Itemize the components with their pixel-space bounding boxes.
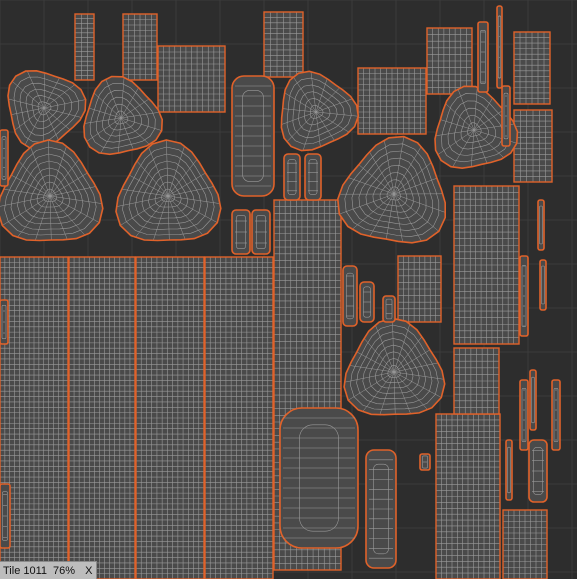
uv-island[interactable] [528,439,548,503]
tile-label: Tile 1011 [3,564,48,577]
uv-island[interactable] [135,256,205,579]
uv-island[interactable] [336,135,446,244]
uv-island[interactable] [426,27,473,95]
uv-island[interactable] [204,256,274,579]
uv-island[interactable] [435,413,501,579]
uv-island[interactable] [501,85,511,147]
uv-island[interactable] [251,209,271,255]
uv-island[interactable] [231,209,251,255]
close-button[interactable]: X [85,565,92,577]
uv-island[interactable] [419,453,431,471]
uv-island[interactable] [357,67,427,135]
uv-island[interactable] [283,153,301,201]
uv-island[interactable] [157,45,226,113]
uv-island[interactable] [122,13,158,81]
uv-island[interactable] [513,109,553,183]
uv-island[interactable] [477,21,489,93]
uv-island[interactable] [365,449,397,569]
uv-island[interactable] [513,31,551,105]
uv-island[interactable] [280,70,360,152]
uv-island[interactable] [263,11,304,78]
uv-island[interactable] [453,185,520,345]
uv-layout-canvas[interactable] [0,0,577,579]
uv-island[interactable] [304,153,322,201]
uv-island[interactable] [231,75,275,197]
uv-island[interactable] [279,407,359,549]
uv-island[interactable] [382,295,396,323]
uv-island[interactable] [0,129,9,187]
uv-island[interactable] [68,256,136,579]
uv-island[interactable] [453,347,500,415]
uv-island[interactable] [74,13,95,81]
uv-island[interactable] [502,509,548,579]
uv-island[interactable] [505,439,513,501]
uv-island[interactable] [551,379,561,451]
uv-island[interactable] [519,379,529,451]
uv-island[interactable] [7,69,87,150]
uv-island[interactable] [359,281,375,323]
uv-island[interactable] [496,5,503,89]
tile-status-bar: Tile 1011 76% X [0,561,98,579]
uv-island[interactable] [397,255,442,323]
uv-island[interactable] [0,139,104,242]
uv-island[interactable] [519,255,529,337]
uv-island[interactable] [342,265,358,327]
uv-island[interactable] [539,259,547,311]
uv-editor-viewport[interactable] [0,0,577,579]
uv-island[interactable] [343,317,446,416]
zoom-level: 76% [53,564,76,577]
uv-island[interactable] [0,299,9,345]
uv-island[interactable] [0,483,11,549]
uv-island[interactable] [529,369,537,431]
uv-island[interactable] [537,199,545,251]
